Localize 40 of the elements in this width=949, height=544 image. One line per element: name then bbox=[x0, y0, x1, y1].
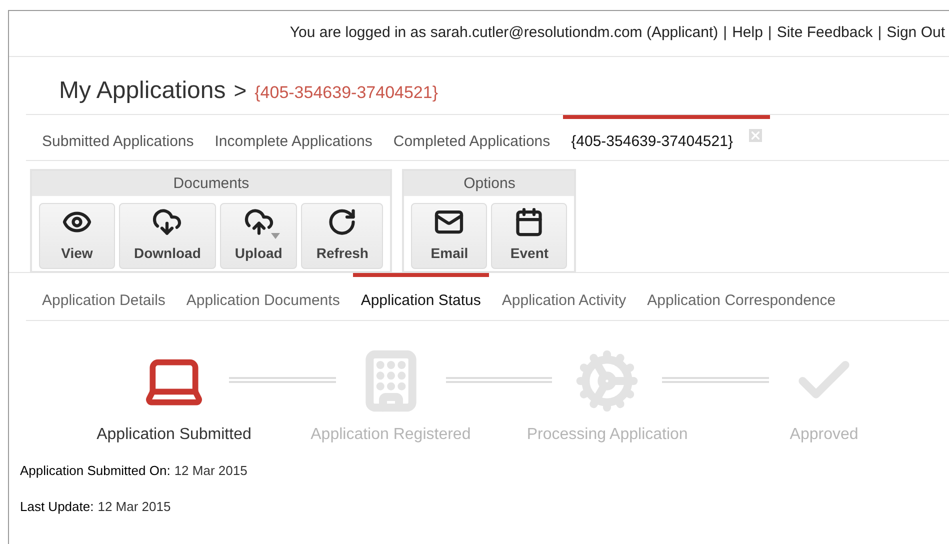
link-separator: | bbox=[878, 23, 882, 44]
tab[interactable]: {405-354639-37404521} bbox=[571, 131, 733, 154]
info-value: 12 Mar 2015 bbox=[174, 462, 248, 480]
toolbar-button[interactable]: Upload bbox=[220, 203, 298, 269]
info-label: Last Update: bbox=[20, 498, 94, 516]
cloud-download-icon bbox=[152, 207, 182, 237]
step-label: Processing Application bbox=[526, 425, 688, 445]
toolbar-button[interactable]: Download bbox=[119, 203, 216, 269]
info-label: Application Submitted On: bbox=[20, 462, 170, 480]
toolbar-button[interactable]: Refresh bbox=[301, 203, 384, 269]
close-icon[interactable] bbox=[748, 129, 762, 142]
tab[interactable]: Application Documents bbox=[186, 290, 340, 312]
breadcrumb-separator: > bbox=[234, 77, 247, 105]
group-title: Options bbox=[404, 171, 574, 196]
tab[interactable]: Completed Applications bbox=[393, 131, 550, 154]
step-label: Application Registered bbox=[310, 425, 471, 445]
tab[interactable]: Application Status bbox=[360, 290, 481, 312]
cloud-upload-icon bbox=[244, 207, 274, 237]
step-label: Application Submitted bbox=[96, 425, 252, 445]
login-text: You are logged in as sarah.cutler@resolutiondm.com (Applicant) bbox=[290, 23, 718, 44]
tab[interactable]: Submitted Applications bbox=[42, 131, 194, 154]
calendar-icon bbox=[514, 207, 544, 237]
page-title: My Applications bbox=[59, 76, 226, 106]
tab[interactable]: Application Details bbox=[42, 290, 166, 312]
info-value: 12 Mar 2015 bbox=[98, 498, 171, 516]
step-label: Approved bbox=[790, 425, 858, 445]
tab[interactable]: Application Correspondence bbox=[647, 290, 836, 312]
toolbar-button[interactable]: View bbox=[39, 203, 115, 269]
link-separator: | bbox=[768, 23, 772, 44]
tab[interactable]: Application Activity bbox=[502, 290, 626, 312]
header-link[interactable]: Site Feedback bbox=[776, 22, 873, 45]
toolbar-button[interactable]: Email bbox=[411, 203, 488, 269]
header-link[interactable]: Sign Out bbox=[886, 22, 945, 45]
group-title: Documents bbox=[32, 171, 390, 196]
toolbar-button[interactable]: Event bbox=[491, 203, 568, 269]
header-link[interactable]: Help bbox=[732, 22, 763, 45]
link-separator: | bbox=[723, 23, 728, 44]
breadcrumb-current: {405-354639-37404521} bbox=[254, 82, 438, 104]
tab[interactable]: Incomplete Applications bbox=[214, 131, 372, 154]
refresh-icon bbox=[327, 207, 358, 237]
